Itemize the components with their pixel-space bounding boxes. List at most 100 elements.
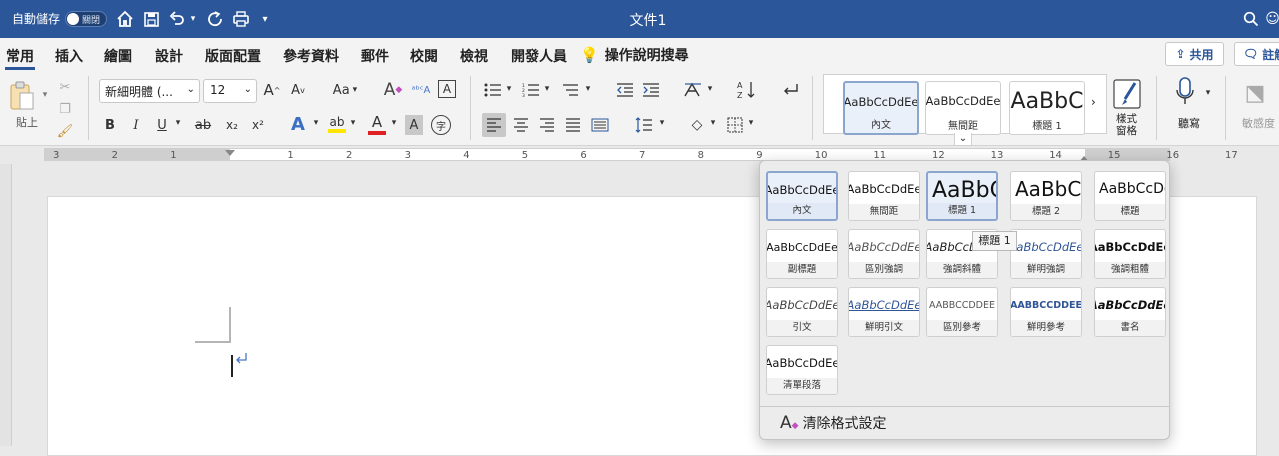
- phonetic-guide-icon[interactable]: ᵃᵇᶜA: [410, 78, 432, 102]
- chevron-down-icon[interactable]: ⌄: [954, 133, 972, 146]
- first-line-indent-marker[interactable]: [225, 150, 235, 156]
- borders-icon[interactable]: [724, 113, 746, 137]
- bold-button[interactable]: B: [101, 115, 119, 135]
- font-name-select[interactable]: 新細明體 (... ⌄: [99, 79, 200, 103]
- line-spacing-icon[interactable]: [632, 113, 656, 137]
- clear-formatting-icon[interactable]: A ◆: [382, 78, 404, 102]
- redo-icon[interactable]: [204, 6, 226, 32]
- distributed-button[interactable]: [588, 113, 612, 137]
- underline-dropdown-icon[interactable]: ▾: [173, 118, 183, 128]
- change-case-button[interactable]: Aa ▾: [328, 80, 362, 100]
- comments-button[interactable]: 🗨 註解: [1234, 42, 1279, 66]
- style-tile[interactable]: AaBbCcDc 標題: [1094, 171, 1166, 221]
- style-tile[interactable]: AaBbC標題 1: [926, 171, 998, 221]
- decrease-indent-icon[interactable]: [614, 80, 636, 100]
- style-tile[interactable]: AaBbCcDdEe 無間距: [848, 171, 920, 221]
- style-tile[interactable]: AaBbCcDdEe 引文: [766, 287, 838, 337]
- style-tile[interactable]: AaBbCcDdEe 強調粗體: [1094, 229, 1166, 279]
- sort-icon[interactable]: AZ: [736, 78, 758, 102]
- italic-button[interactable]: I: [127, 115, 145, 135]
- superscript-button[interactable]: x²: [248, 115, 268, 135]
- share-button[interactable]: ⇪ 共用: [1165, 42, 1224, 66]
- style-tile[interactable]: AaBbCcDdEe 鮮明強調: [1010, 229, 1082, 279]
- numbering-icon[interactable]: 123: [520, 80, 542, 100]
- cut-icon[interactable]: ✂: [56, 78, 74, 96]
- font-color-button[interactable]: A: [366, 112, 388, 136]
- style-tile[interactable]: AaBbCcDdEe 鮮明引文: [848, 287, 920, 337]
- tab-design[interactable]: 設計: [155, 46, 183, 66]
- style-tile[interactable]: AaBbCcDdEe 清單段落: [766, 345, 838, 395]
- clear-formatting-item[interactable]: A◆ 清除格式設定: [780, 411, 887, 435]
- format-painter-icon[interactable]: 🖌: [56, 122, 74, 140]
- style-tile[interactable]: AaBbCcDdEe 書名: [1094, 287, 1166, 337]
- tab-view[interactable]: 檢視: [460, 46, 488, 66]
- tab-layout[interactable]: 版面配置: [205, 46, 261, 66]
- enclose-characters-button[interactable]: 字: [431, 115, 451, 135]
- bullets-icon[interactable]: [482, 80, 504, 100]
- underline-button[interactable]: U: [153, 115, 171, 135]
- paste-dropdown-icon[interactable]: ▾: [40, 90, 50, 100]
- dictate-label[interactable]: 聽寫: [1178, 115, 1200, 131]
- justify-button[interactable]: [561, 113, 585, 137]
- character-shading-button[interactable]: A: [405, 115, 423, 135]
- character-border-icon[interactable]: A: [438, 80, 456, 98]
- text-effects-dropdown-icon[interactable]: ▾: [311, 118, 321, 128]
- home-icon[interactable]: [114, 6, 136, 32]
- tell-me-search[interactable]: 💡 操作說明搜尋: [580, 45, 689, 65]
- tab-developer[interactable]: 開發人員: [511, 46, 567, 66]
- style-heading-1[interactable]: AaBbC 標題 1: [1009, 81, 1085, 135]
- shrink-font-icon[interactable]: Av: [288, 80, 308, 100]
- tab-review[interactable]: 校閱: [410, 46, 438, 66]
- highlight-button[interactable]: ab: [326, 112, 348, 136]
- bullets-dropdown-icon[interactable]: ▾: [504, 84, 514, 94]
- multilevel-list-icon[interactable]: [560, 80, 582, 100]
- highlight-dropdown-icon[interactable]: ▾: [348, 118, 358, 128]
- tab-mailings[interactable]: 郵件: [361, 46, 389, 66]
- line-spacing-dropdown-icon[interactable]: ▾: [657, 118, 667, 128]
- styles-pane-label[interactable]: 樣式 窗格: [1116, 113, 1137, 137]
- microphone-icon[interactable]: [1170, 76, 1200, 108]
- vertical-ruler[interactable]: [0, 164, 12, 446]
- copy-icon[interactable]: ❐: [56, 100, 74, 118]
- style-tile[interactable]: AaBbC 標題 2: [1010, 171, 1082, 221]
- align-right-button[interactable]: [535, 113, 559, 137]
- increase-indent-icon[interactable]: [640, 80, 662, 100]
- font-color-dropdown-icon[interactable]: ▾: [389, 118, 399, 128]
- strikethrough-button[interactable]: ab: [192, 115, 214, 135]
- sensitivity-label[interactable]: 敏感度: [1242, 115, 1275, 131]
- style-tile[interactable]: AABBCCDDEE 鮮明參考: [1010, 287, 1082, 337]
- style-tile[interactable]: AaBbCcDdEe 區別強調: [848, 229, 920, 279]
- customize-toolbar-icon[interactable]: ▾: [258, 6, 272, 32]
- more-icon[interactable]: ☺: [1266, 6, 1279, 32]
- shading-dropdown-icon[interactable]: ▾: [708, 118, 718, 128]
- tab-insert[interactable]: 插入: [55, 46, 83, 66]
- print-icon[interactable]: [230, 6, 252, 32]
- sensitivity-icon[interactable]: ⬔: [1240, 78, 1270, 108]
- search-icon[interactable]: [1240, 6, 1262, 32]
- tab-home[interactable]: 常用: [6, 46, 34, 66]
- text-direction-icon[interactable]: [682, 80, 704, 100]
- show-paragraph-marks-icon[interactable]: [778, 80, 802, 100]
- style-tile[interactable]: AaBbCcDdEe 內文: [766, 171, 838, 221]
- styles-pane-icon[interactable]: [1112, 78, 1142, 110]
- dictate-dropdown-icon[interactable]: ▾: [1203, 88, 1213, 98]
- numbering-dropdown-icon[interactable]: ▾: [542, 84, 552, 94]
- subscript-button[interactable]: x₂: [222, 115, 242, 135]
- tab-draw[interactable]: 繪圖: [104, 46, 132, 66]
- font-size-select[interactable]: 12 ⌄: [203, 79, 257, 103]
- grow-font-icon[interactable]: A ^: [262, 80, 282, 100]
- style-tile[interactable]: AABBCCDDEE 區別參考: [926, 287, 998, 337]
- multilevel-dropdown-icon[interactable]: ▾: [583, 84, 593, 94]
- chevron-right-icon[interactable]: ›: [1091, 95, 1096, 109]
- text-effects-button[interactable]: A: [288, 113, 308, 135]
- align-center-button[interactable]: [509, 113, 533, 137]
- style-tile[interactable]: AaBbCcDdEe 副標題: [766, 229, 838, 279]
- paste-button[interactable]: [6, 76, 38, 116]
- align-left-button[interactable]: [482, 113, 506, 137]
- style-no-spacing[interactable]: AaBbCcDdEe 無間距: [925, 81, 1001, 135]
- text-direction-dropdown-icon[interactable]: ▾: [705, 84, 715, 94]
- undo-icon[interactable]: [166, 6, 188, 32]
- save-icon[interactable]: [140, 6, 162, 32]
- borders-dropdown-icon[interactable]: ▾: [746, 118, 756, 128]
- autosave-toggle[interactable]: 關閉: [65, 11, 107, 27]
